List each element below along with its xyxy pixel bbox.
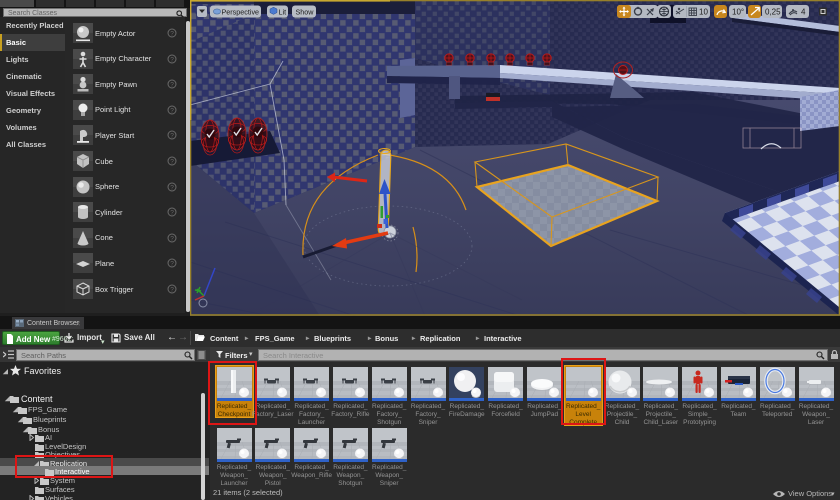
svg-text:?: ? [170,286,174,293]
svg-text:0,25: 0,25 [765,8,781,17]
svg-text:?: ? [170,56,174,63]
svg-text:Show: Show [296,8,315,17]
svg-text:10: 10 [699,8,708,17]
svg-text:Lit: Lit [279,8,287,17]
svg-text:4: 4 [801,8,806,17]
svg-text:?: ? [170,235,174,242]
svg-text:?: ? [170,30,174,37]
svg-text:?: ? [170,107,174,114]
svg-text:?: ? [170,261,174,268]
svg-text:?: ? [170,133,174,140]
svg-text:Perspective: Perspective [222,8,260,17]
svg-text:?: ? [170,184,174,191]
svg-text:?: ? [170,158,174,165]
svg-text:?: ? [170,210,174,217]
svg-text:10°: 10° [732,8,744,17]
svg-text:?: ? [170,82,174,89]
